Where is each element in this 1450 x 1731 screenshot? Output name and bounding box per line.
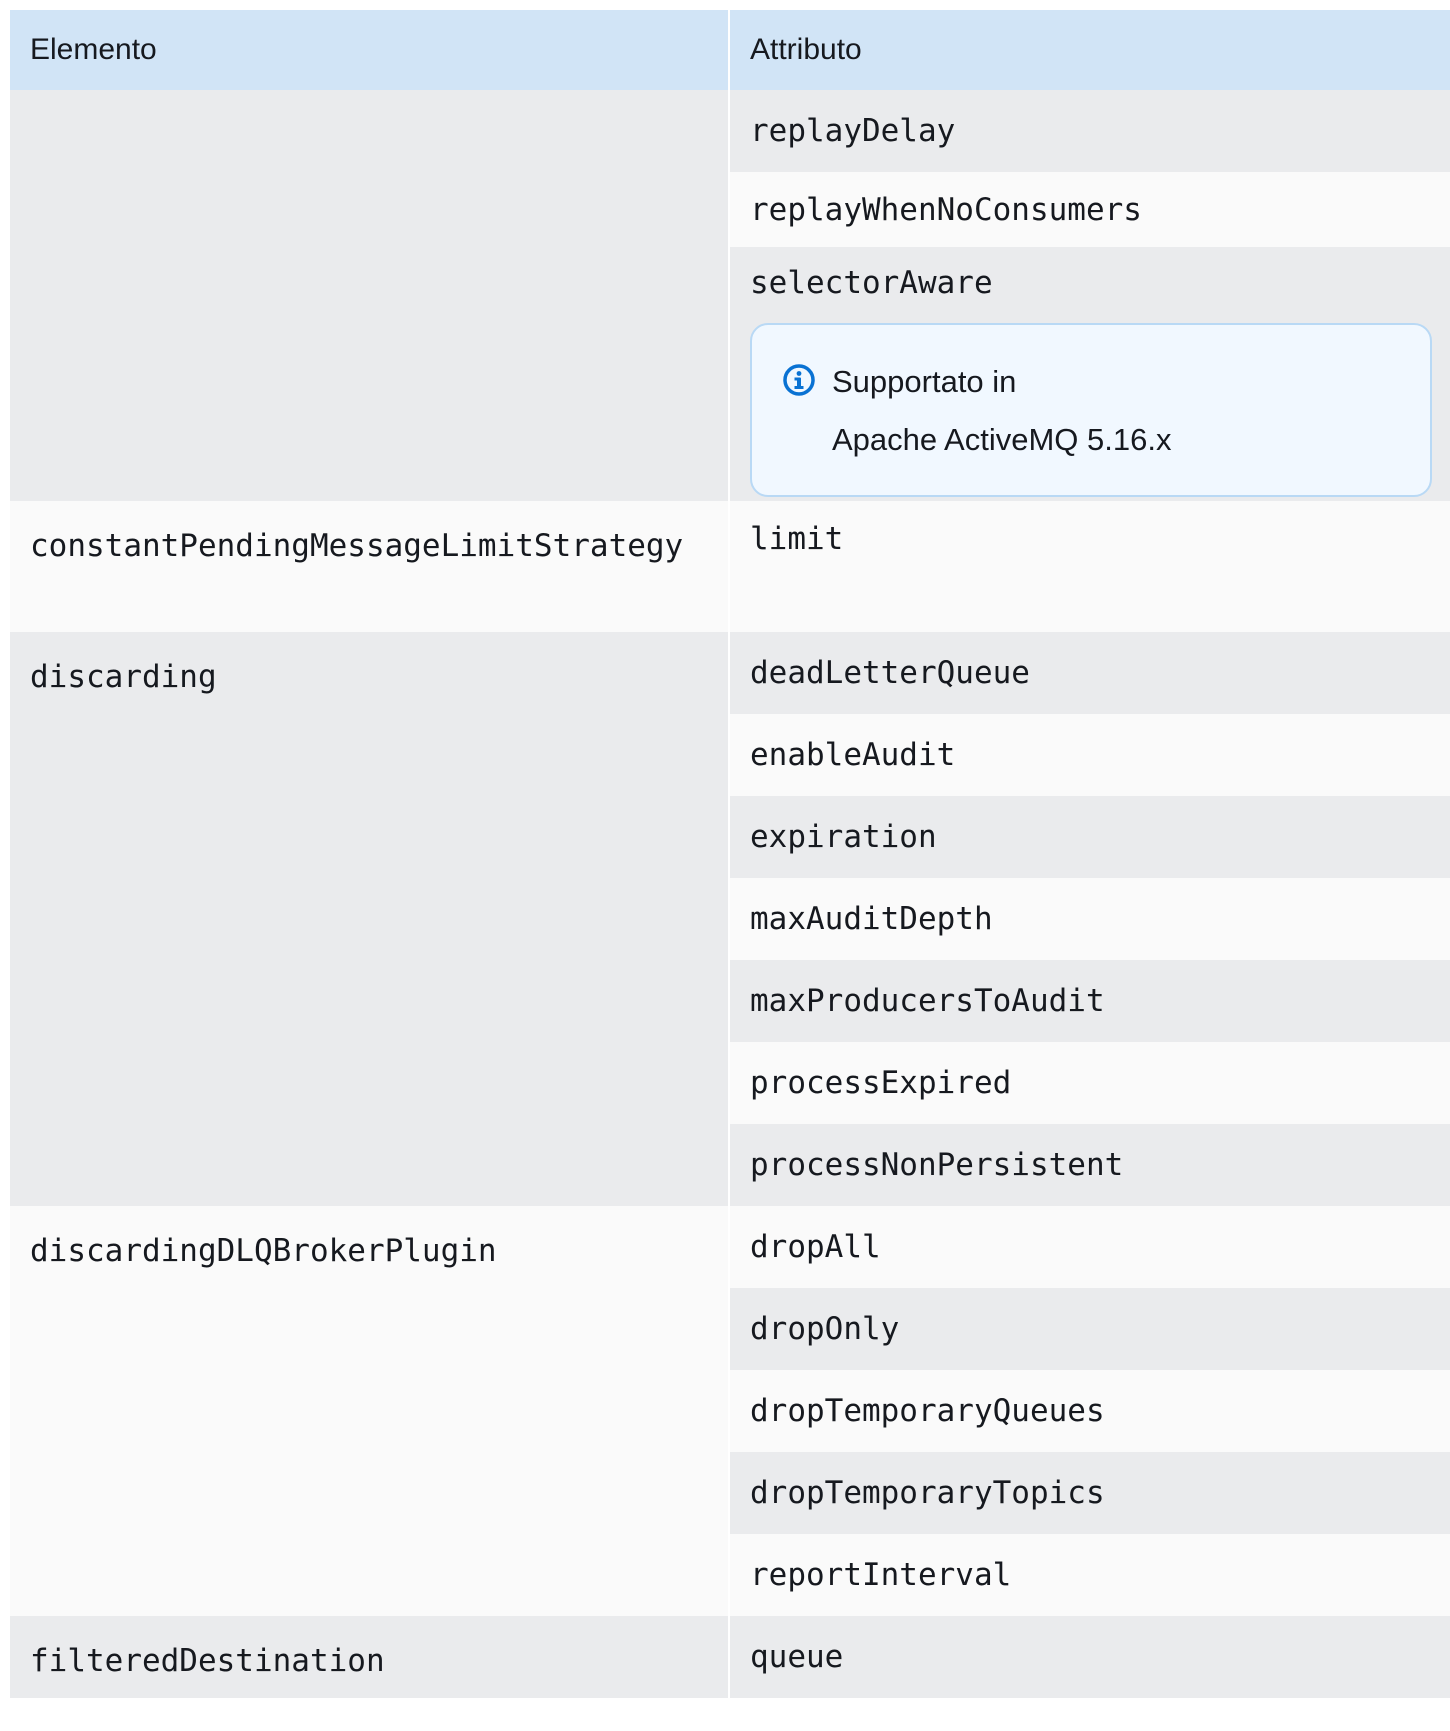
attribute-cell: replayDelay replayWhenNoConsumers select…	[729, 90, 1450, 501]
element-cell	[10, 90, 730, 501]
element-cell: filteredDestination	[10, 1616, 730, 1698]
attribute-cell: limit	[729, 501, 1450, 632]
table-row: filteredDestination queue	[10, 1616, 1450, 1698]
attributes-table: Elemento Attributo replayDelay replayWhe…	[10, 10, 1450, 1698]
attribute-item: dropTemporaryTopics	[730, 1452, 1450, 1534]
attribute-item: queue	[730, 1616, 1450, 1698]
attribute-item: processExpired	[730, 1042, 1450, 1124]
attribute-item: processNonPersistent	[730, 1124, 1450, 1206]
attributes-table-container: Elemento Attributo replayDelay replayWhe…	[10, 10, 1450, 1731]
note-line-2: Apache ActiveMQ 5.16.x	[832, 422, 1172, 457]
element-cell: constantPendingMessageLimitStrategy	[10, 501, 730, 632]
attribute-cell: queue	[729, 1616, 1450, 1698]
note-line-1: Supportato in	[832, 364, 1017, 399]
table-row: constantPendingMessageLimitStrategy limi…	[10, 501, 1450, 632]
attribute-item: selectorAware	[730, 247, 1450, 319]
info-icon	[783, 364, 815, 396]
table-header-row: Elemento Attributo	[10, 10, 1450, 90]
element-cell: discarding	[10, 632, 730, 1206]
column-header-attribute: Attributo	[729, 10, 1450, 90]
info-note: Supportato in Apache ActiveMQ 5.16.x	[750, 323, 1432, 497]
attribute-item: replayDelay	[730, 90, 1450, 172]
attribute-item: maxAuditDepth	[730, 878, 1450, 960]
table-row: discardingDLQBrokerPlugin dropAll dropOn…	[10, 1206, 1450, 1616]
note-text: Supportato in Apache ActiveMQ 5.16.x	[832, 353, 1171, 469]
column-header-element: Elemento	[10, 10, 730, 90]
attribute-item: deadLetterQueue	[730, 632, 1450, 714]
table-row: discarding deadLetterQueue enableAudit e…	[10, 632, 1450, 1206]
element-cell: discardingDLQBrokerPlugin	[10, 1206, 730, 1616]
note-container: Supportato in Apache ActiveMQ 5.16.x	[730, 319, 1450, 501]
attribute-item: maxProducersToAudit	[730, 960, 1450, 1042]
table-row: replayDelay replayWhenNoConsumers select…	[10, 90, 1450, 501]
attribute-cell: dropAll dropOnly dropTemporaryQueues dro…	[729, 1206, 1450, 1616]
attribute-item: dropOnly	[730, 1288, 1450, 1370]
attribute-item: replayWhenNoConsumers	[730, 172, 1450, 247]
attribute-item: limit	[730, 501, 1450, 632]
attribute-item: reportInterval	[730, 1534, 1450, 1616]
attribute-item: enableAudit	[730, 714, 1450, 796]
attribute-item: expiration	[730, 796, 1450, 878]
attribute-cell: deadLetterQueue enableAudit expiration m…	[729, 632, 1450, 1206]
attribute-item: dropTemporaryQueues	[730, 1370, 1450, 1452]
attribute-item: dropAll	[730, 1206, 1450, 1288]
